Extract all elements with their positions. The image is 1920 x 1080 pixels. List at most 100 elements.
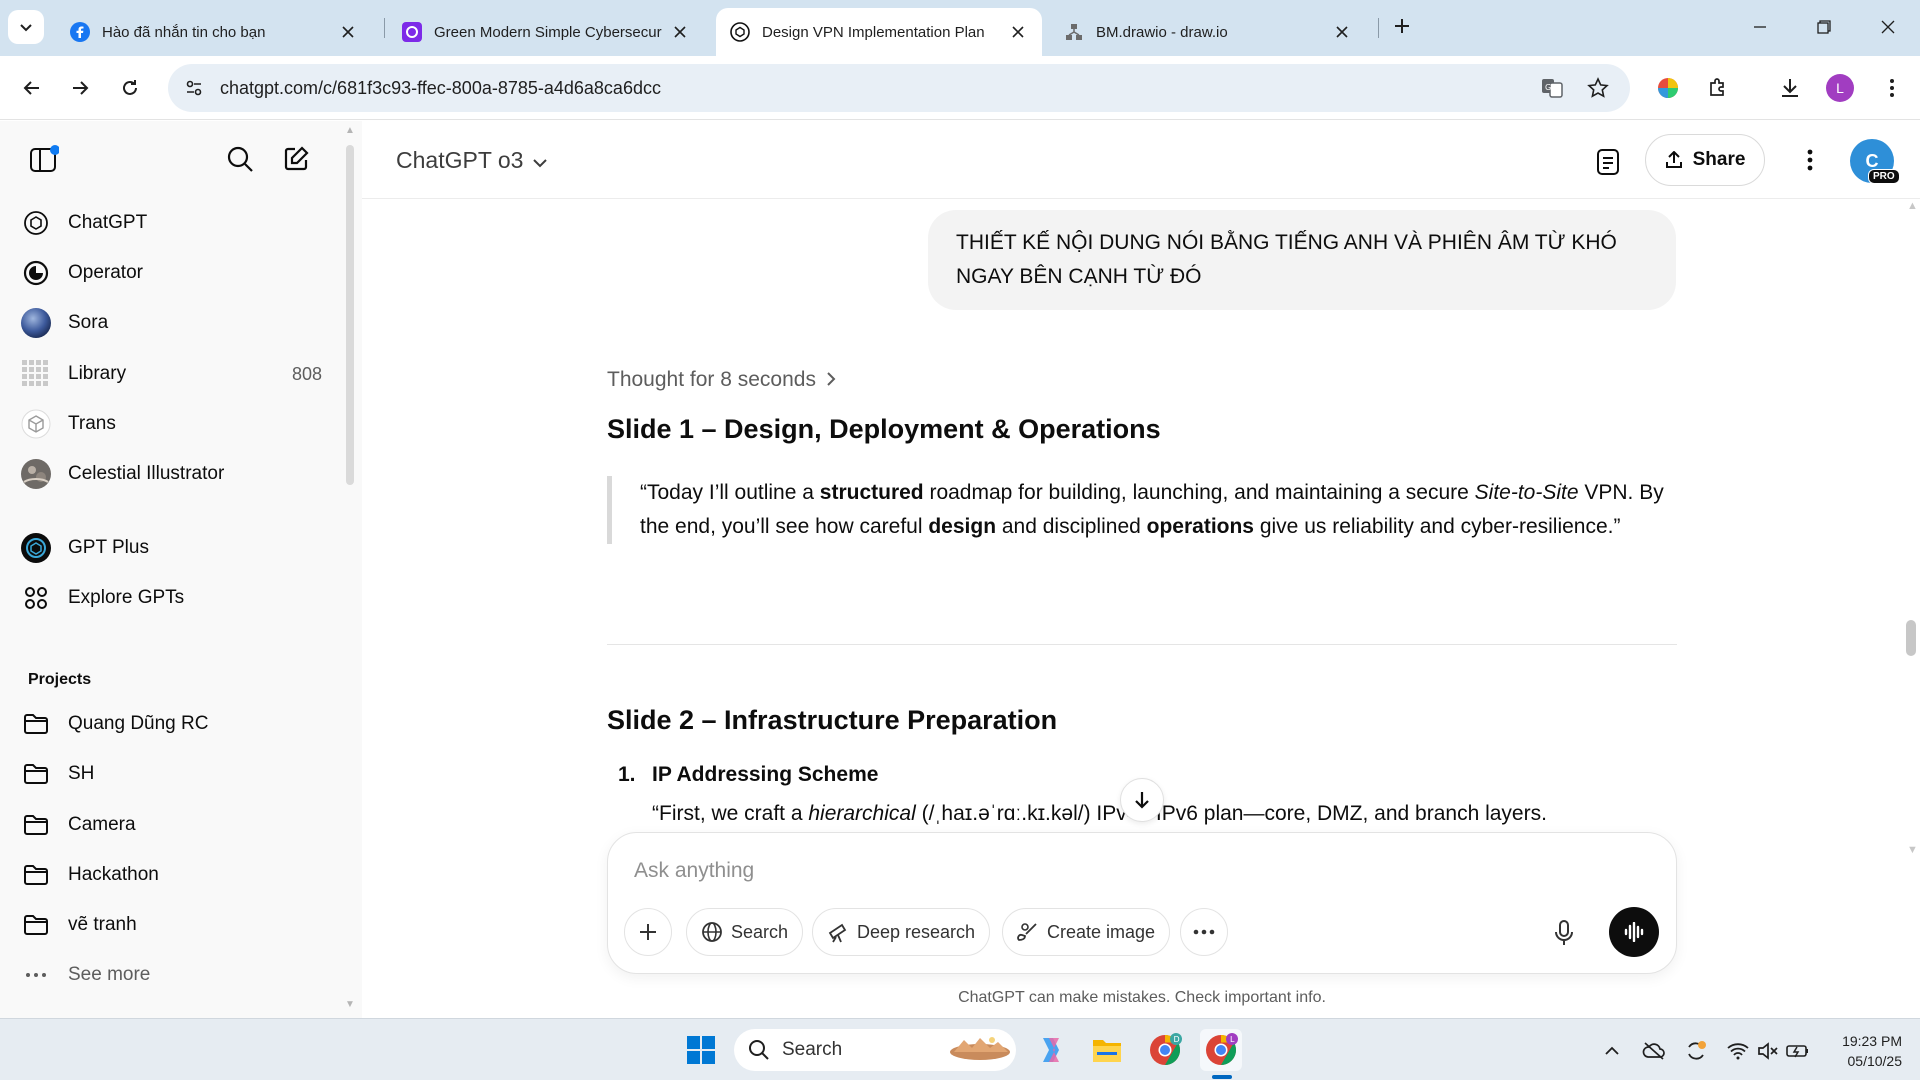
chrome-profile-l-icon[interactable]: L: [1200, 1029, 1242, 1071]
sidebar-item-trans[interactable]: Trans: [20, 402, 328, 446]
microphone-icon[interactable]: [1546, 915, 1582, 951]
sidebar-scroll-up-icon[interactable]: ▲: [345, 125, 355, 136]
sidebar-toggle-icon[interactable]: [26, 141, 62, 177]
project-item[interactable]: SH: [20, 752, 328, 796]
search-icon[interactable]: [222, 141, 258, 177]
browser-menu-icon[interactable]: [1876, 72, 1908, 104]
attach-button[interactable]: [624, 908, 672, 956]
composer-placeholder[interactable]: Ask anything: [634, 859, 754, 883]
close-window-button[interactable]: [1870, 12, 1906, 42]
sidebar-item-chatgpt[interactable]: ChatGPT: [20, 201, 328, 245]
extensions-icon[interactable]: [1702, 72, 1734, 104]
search-tool-button[interactable]: Search: [686, 908, 804, 956]
browser-tab-canva[interactable]: Green Modern Simple Cybersecuri: [388, 8, 704, 56]
body-text: “First, we craft a: [652, 802, 809, 825]
profile-button[interactable]: L: [1824, 72, 1856, 104]
browser-tab-drawio[interactable]: BM.drawio - draw.io: [1050, 8, 1366, 56]
minimize-button[interactable]: [1742, 12, 1778, 42]
close-tab-icon[interactable]: [670, 22, 690, 42]
share-button[interactable]: Share: [1645, 134, 1765, 186]
onedrive-offline-icon[interactable]: [1642, 1039, 1666, 1063]
color-extension-icon[interactable]: [1652, 72, 1684, 104]
canvas-document-icon[interactable]: [1590, 144, 1626, 180]
project-item[interactable]: Camera: [20, 803, 328, 847]
new-chat-icon[interactable]: [278, 141, 314, 177]
chevron-up-icon[interactable]: [1600, 1039, 1624, 1063]
translate-icon[interactable]: G: [1540, 76, 1564, 100]
user-message: THIẾT KẾ NỘI DUNG NÓI BẰNG TIẾNG ANH VÀ …: [928, 210, 1676, 310]
telescope-icon: [828, 923, 847, 943]
gpt-plus-icon: [20, 532, 52, 564]
copilot-icon[interactable]: [1030, 1029, 1072, 1071]
arrow-left-icon: [23, 81, 39, 95]
thought-toggle[interactable]: Thought for 8 seconds: [607, 368, 836, 392]
chevron-right-icon: [826, 368, 836, 392]
more-tools-button[interactable]: [1180, 908, 1228, 956]
sidebar-item-label: Operator: [68, 262, 143, 283]
audio-waveform-icon: [1624, 922, 1644, 942]
see-more-button[interactable]: See more: [20, 953, 328, 997]
back-button[interactable]: [16, 72, 48, 104]
close-tab-icon[interactable]: [1008, 22, 1028, 42]
sidebar-scroll-down-icon[interactable]: ▼: [345, 999, 355, 1010]
system-clock[interactable]: 19:23 PM 05/10/25: [1812, 1031, 1902, 1071]
project-item[interactable]: vẽ tranh: [20, 903, 328, 947]
deep-research-button[interactable]: Deep research: [812, 908, 991, 956]
sidebar-item-sora[interactable]: Sora: [20, 301, 328, 345]
sidebar-item-celestial-illustrator[interactable]: Celestial Illustrator: [20, 452, 328, 496]
voice-mode-button[interactable]: [1609, 907, 1659, 957]
browser-tab-facebook[interactable]: Hào đã nhắn tin cho bạn: [56, 8, 372, 56]
close-tab-icon[interactable]: [338, 22, 358, 42]
tab-separator: [384, 18, 385, 38]
arrow-right-icon: [73, 81, 89, 95]
main-scroll-up-icon[interactable]: ▲: [1907, 200, 1918, 212]
wifi-icon[interactable]: [1726, 1039, 1750, 1063]
model-selector[interactable]: ChatGPT o3: [396, 147, 548, 174]
browser-tab-active[interactable]: Design VPN Implementation Plan: [716, 8, 1042, 56]
sync-icon[interactable]: [1684, 1039, 1708, 1063]
sidebar-item-library[interactable]: Library 808: [20, 352, 328, 396]
folder-icon: [20, 909, 52, 941]
slide2-heading: Slide 2 – Infrastructure Preparation: [607, 705, 1058, 735]
project-item[interactable]: Quang Dũng RC: [20, 702, 328, 746]
model-name: ChatGPT o3: [396, 147, 524, 173]
windows-start-icon[interactable]: [680, 1029, 722, 1071]
share-label: Share: [1692, 149, 1746, 170]
thought-label: Thought for 8 seconds: [607, 368, 816, 391]
sidebar-item-gpt-plus[interactable]: GPT Plus: [20, 526, 328, 570]
message-composer[interactable]: Ask anything Search Deep research Create…: [607, 832, 1677, 974]
reload-button[interactable]: [114, 72, 146, 104]
globe-icon: [702, 922, 722, 942]
more-options-icon[interactable]: [1794, 144, 1826, 176]
sidebar: ChatGPT Operator Sora Library 808 Trans …: [0, 121, 362, 1018]
tab-title: Hào đã nhắn tin cho bạn: [102, 23, 266, 41]
svg-text:L: L: [1230, 1035, 1235, 1044]
volume-muted-icon[interactable]: [1756, 1039, 1780, 1063]
quote-text: give us reliability and cyber-resilience…: [1254, 515, 1621, 538]
sidebar-item-explore-gpts[interactable]: Explore GPTs: [20, 576, 328, 620]
file-explorer-icon[interactable]: [1086, 1029, 1128, 1071]
create-image-button[interactable]: Create image: [1002, 908, 1171, 956]
chrome-profile-d-icon[interactable]: D: [1144, 1029, 1186, 1071]
sidebar-scrollbar[interactable]: [346, 145, 354, 485]
new-tab-button[interactable]: [1388, 12, 1416, 40]
tab-search-button[interactable]: [8, 10, 44, 44]
taskbar-search[interactable]: Search: [734, 1029, 1016, 1071]
download-icon[interactable]: [1774, 72, 1806, 104]
main-scroll-down-icon[interactable]: ▼: [1907, 844, 1918, 856]
url-text[interactable]: chatgpt.com/c/681f3c93-ffec-800a-8785-a4…: [220, 78, 661, 99]
forward-button[interactable]: [64, 72, 96, 104]
restore-button[interactable]: [1806, 12, 1842, 42]
project-label: Camera: [68, 814, 136, 835]
main-scrollbar[interactable]: [1906, 620, 1916, 656]
scroll-to-bottom-button[interactable]: [1120, 778, 1164, 822]
project-item[interactable]: Hackathon: [20, 853, 328, 897]
address-bar[interactable]: chatgpt.com/c/681f3c93-ffec-800a-8785-a4…: [168, 64, 1630, 112]
list-number: 1.: [618, 763, 636, 786]
sidebar-item-operator[interactable]: Operator: [20, 251, 328, 295]
close-tab-icon[interactable]: [1332, 22, 1352, 42]
plus-icon: [1395, 19, 1409, 33]
battery-charging-icon[interactable]: [1786, 1039, 1810, 1063]
bookmark-star-icon[interactable]: [1586, 76, 1610, 100]
site-info-icon[interactable]: [174, 68, 214, 108]
